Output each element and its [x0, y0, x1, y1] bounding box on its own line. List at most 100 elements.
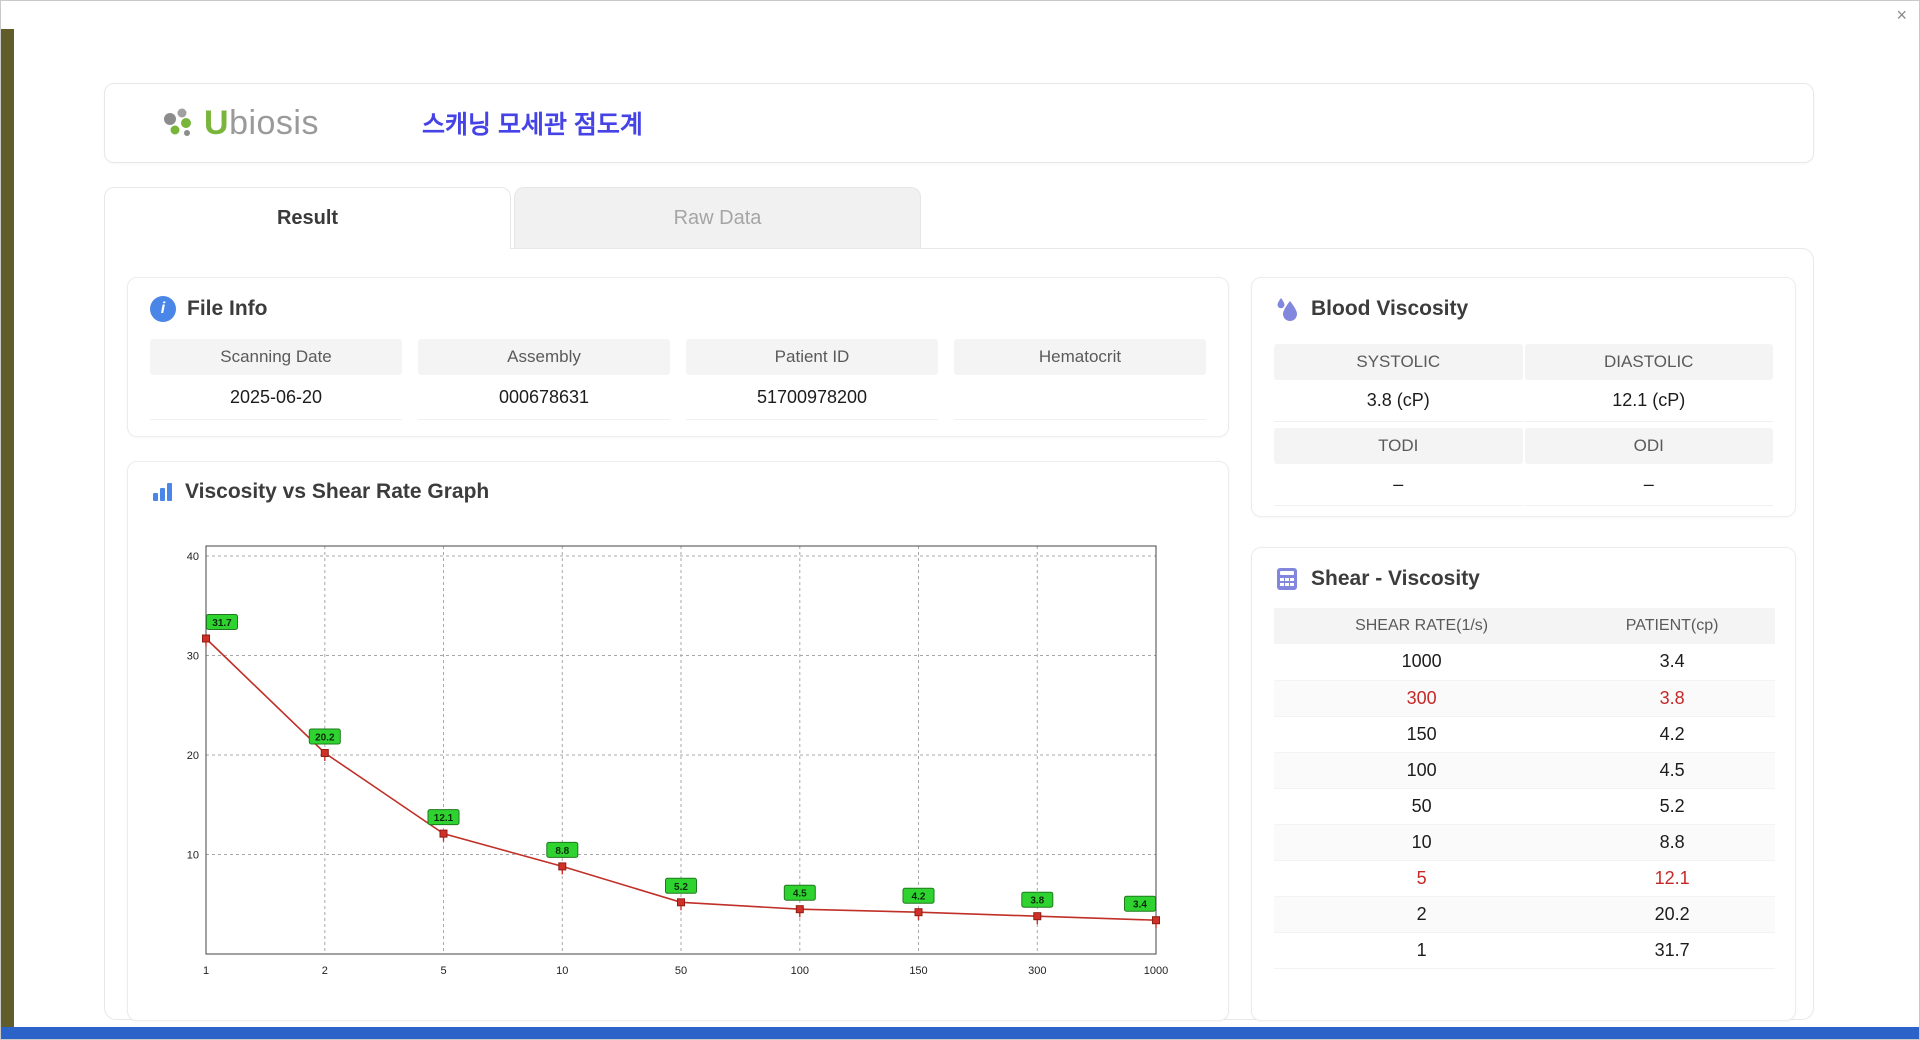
- shear-cell: 100: [1274, 752, 1570, 789]
- table-row: 10 8.8: [1274, 824, 1775, 861]
- svg-text:1000: 1000: [1144, 965, 1168, 977]
- patient-cell: 3.4: [1569, 644, 1775, 681]
- shear-cell: 10: [1274, 824, 1570, 861]
- shear-viscosity-header: Shear - Viscosity: [1252, 548, 1795, 592]
- table-row: 2 20.2: [1274, 896, 1775, 933]
- field-value: 000678631: [418, 375, 670, 420]
- table-row: 5 12.1: [1274, 860, 1775, 897]
- field-value: 2025-06-20: [150, 375, 402, 420]
- shear-cell: 300: [1274, 680, 1570, 717]
- file-info-header: i File Info: [128, 278, 1228, 322]
- svg-text:5.2: 5.2: [674, 882, 688, 893]
- window-close-button[interactable]: ×: [1896, 5, 1907, 26]
- field-label: Hematocrit: [954, 339, 1206, 375]
- result-panel: i File Info Scanning Date 2025-06-20 Ass…: [104, 248, 1814, 1021]
- field-scanning-date: Scanning Date 2025-06-20: [150, 339, 402, 420]
- odi-label: ODI: [1524, 428, 1773, 464]
- file-info-fields: Scanning Date 2025-06-20 Assembly 000678…: [128, 322, 1228, 420]
- blood-viscosity-grid: SYSTOLIC DIASTOLIC 3.8 (cP) 12.1 (cP) TO…: [1252, 322, 1795, 506]
- desktop-edge-bottom: [1, 1027, 1919, 1039]
- col-shear-rate: SHEAR RATE(1/s): [1274, 608, 1570, 644]
- field-value: [954, 375, 1206, 420]
- svg-text:1: 1: [203, 965, 209, 977]
- blood-viscosity-title: Blood Viscosity: [1311, 297, 1469, 320]
- table-row: 300 3.8: [1274, 680, 1775, 717]
- table-row: 1 31.7: [1274, 932, 1775, 969]
- field-hematocrit: Hematocrit: [954, 339, 1206, 420]
- shear-viscosity-card: Shear - Viscosity SHEAR RATE(1/s) PATIEN…: [1251, 547, 1796, 1021]
- todi-value: –: [1274, 464, 1523, 506]
- graph-header: Viscosity vs Shear Rate Graph: [128, 462, 1228, 504]
- col-patient: PATIENT(cp): [1569, 608, 1775, 644]
- odi-value: –: [1524, 464, 1773, 506]
- svg-text:20: 20: [187, 750, 199, 762]
- systolic-value: 3.8 (cP): [1274, 380, 1523, 422]
- app-title: 스캐닝 모세관 점도계: [422, 111, 643, 139]
- shear-viscosity-table: SHEAR RATE(1/s) PATIENT(cp) 1000 3.4 300…: [1274, 608, 1775, 969]
- shear-viscosity-title: Shear - Viscosity: [1311, 567, 1480, 590]
- field-value: 51700978200: [686, 375, 938, 420]
- patient-cell: 31.7: [1569, 932, 1775, 969]
- tab-bar: Result Raw Data: [104, 187, 921, 249]
- blood-viscosity-card: Blood Viscosity SYSTOLIC DIASTOLIC 3.8 (…: [1251, 277, 1796, 517]
- shear-cell: 2: [1274, 896, 1570, 933]
- viscosity-chart-svg: 10 20 30 40 1 2 5 10 50 100 150 300 1000 31.7 20.2 12.1…: [187, 545, 1168, 977]
- field-label: Assembly: [418, 339, 670, 375]
- tab-result[interactable]: Result: [104, 187, 511, 249]
- diastolic-label: DIASTOLIC: [1524, 344, 1773, 380]
- shear-cell: 150: [1274, 716, 1570, 753]
- viscosity-graph-card: Viscosity vs Shear Rate Graph 10 20 30 40 1 2…: [127, 461, 1229, 1021]
- svg-text:4.5: 4.5: [793, 889, 807, 900]
- shear-cell: 1000: [1274, 644, 1570, 681]
- shear-cell: 1: [1274, 932, 1570, 969]
- svg-text:4.2: 4.2: [912, 892, 926, 903]
- patient-cell: 20.2: [1569, 896, 1775, 933]
- svg-text:12.1: 12.1: [434, 813, 454, 824]
- patient-cell: 12.1: [1569, 860, 1775, 897]
- svg-text:30: 30: [187, 651, 199, 663]
- tab-raw-data[interactable]: Raw Data: [514, 187, 921, 248]
- ubiosis-logo: Ubiosis: [160, 104, 319, 143]
- svg-text:40: 40: [187, 551, 199, 563]
- svg-text:50: 50: [675, 965, 687, 977]
- field-label: Scanning Date: [150, 339, 402, 375]
- desktop-edge-left: [1, 29, 14, 1029]
- shear-cell: 5: [1274, 860, 1570, 897]
- field-assembly: Assembly 000678631: [418, 339, 670, 420]
- droplet-icon: [1277, 298, 1297, 321]
- table-row: 100 4.5: [1274, 752, 1775, 789]
- field-label: Patient ID: [686, 339, 938, 375]
- patient-cell: 3.8: [1569, 680, 1775, 717]
- svg-text:100: 100: [791, 965, 809, 977]
- logo-leaf-icon: [164, 108, 191, 136]
- patient-cell: 5.2: [1569, 788, 1775, 825]
- svg-text:2: 2: [322, 965, 328, 977]
- logo-text: Ubiosis: [204, 103, 319, 142]
- diastolic-value: 12.1 (cP): [1524, 380, 1773, 422]
- file-info-card: i File Info Scanning Date 2025-06-20 Ass…: [127, 277, 1229, 437]
- svg-text:10: 10: [187, 850, 199, 862]
- blood-viscosity-header: Blood Viscosity: [1252, 278, 1795, 322]
- table-row: 1000 3.4: [1274, 644, 1775, 681]
- svg-text:10: 10: [556, 965, 568, 977]
- svg-text:300: 300: [1028, 965, 1046, 977]
- viscosity-chart: 10 20 30 40 1 2 5 10 50 100 150 300 1000 31.7 20.2 12.1…: [170, 536, 1170, 986]
- svg-text:5: 5: [440, 965, 446, 977]
- svg-text:3.8: 3.8: [1030, 896, 1044, 907]
- svg-text:20.2: 20.2: [315, 733, 335, 744]
- svg-text:8.8: 8.8: [555, 846, 569, 857]
- patient-cell: 4.2: [1569, 716, 1775, 753]
- table-row: 150 4.2: [1274, 716, 1775, 753]
- systolic-label: SYSTOLIC: [1274, 344, 1523, 380]
- table-icon: [1277, 568, 1297, 590]
- field-patient-id: Patient ID 51700978200: [686, 339, 938, 420]
- svg-text:31.7: 31.7: [212, 618, 232, 629]
- todi-label: TODI: [1274, 428, 1523, 464]
- svg-text:150: 150: [909, 965, 927, 977]
- info-icon: i: [150, 296, 176, 322]
- bar-chart-icon: [153, 483, 172, 501]
- table-header-row: SHEAR RATE(1/s) PATIENT(cp): [1274, 608, 1775, 644]
- patient-cell: 4.5: [1569, 752, 1775, 789]
- file-info-title: File Info: [187, 297, 268, 320]
- shear-cell: 50: [1274, 788, 1570, 825]
